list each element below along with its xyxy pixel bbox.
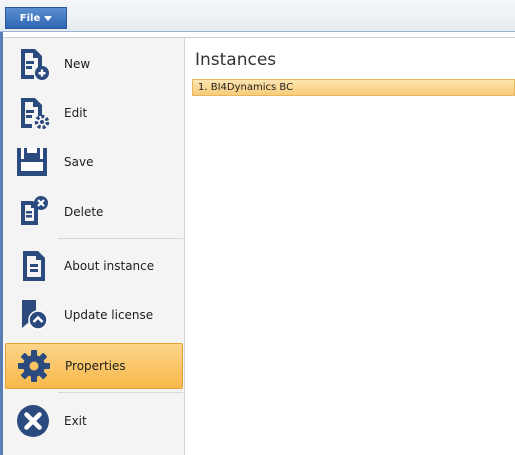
menu-item-label: Update license [64,308,154,322]
menu-item-save[interactable]: Save [5,139,183,185]
file-menu-button[interactable]: File [5,7,67,29]
document-delete-icon [13,192,53,232]
menu-item-label: Exit [64,414,87,428]
list-item[interactable]: 1. BI4Dynamics BC [192,79,515,96]
menu-item-label: Save [64,155,94,169]
menu-item-about-instance[interactable]: About instance [5,243,183,289]
menu-item-new[interactable]: New [5,41,183,87]
document-new-icon [13,44,53,84]
chevron-down-icon [44,15,53,21]
document-edit-icon [13,93,53,133]
ribbon-bar: File [0,0,515,32]
menu-item-update-license[interactable]: Update license [5,292,183,338]
gear-icon [14,346,54,386]
file-menu-panel: New Edit Save Delete About instance Upda… [3,38,185,455]
save-icon [13,142,53,182]
menu-item-label: New [64,57,91,71]
file-menu-label: File [19,12,41,24]
menu-item-label: Delete [64,205,104,219]
page-title: Instances [195,50,277,70]
menu-item-label: About instance [64,259,155,273]
menu-item-label: Edit [64,106,88,120]
menu-separator [58,392,183,393]
menu-separator [58,238,183,239]
instances-panel: Instances 1. BI4Dynamics BC [186,38,515,455]
license-icon [13,295,53,335]
document-info-icon [13,246,53,286]
exit-icon [13,401,53,441]
frame-top-border [0,31,515,32]
menu-item-exit[interactable]: Exit [5,398,183,444]
menu-item-label: Properties [65,359,126,373]
menu-item-properties[interactable]: Properties [5,343,183,389]
menu-item-edit[interactable]: Edit [5,90,183,136]
menu-item-delete[interactable]: Delete [5,189,183,235]
